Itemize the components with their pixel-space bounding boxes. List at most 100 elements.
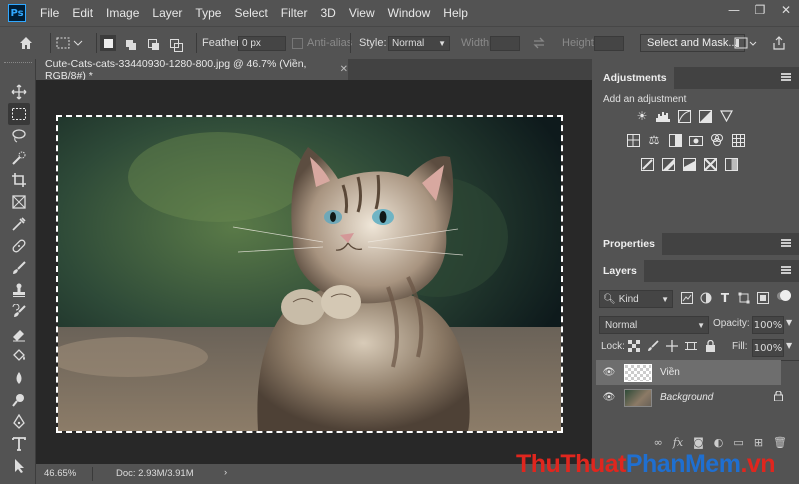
brush-tool-icon[interactable]	[8, 257, 30, 279]
lock-transparent-icon[interactable]	[627, 339, 641, 353]
tab-layers[interactable]: Layers	[596, 260, 644, 282]
black-white-icon[interactable]	[668, 133, 682, 147]
clone-stamp-tool-icon[interactable]	[8, 279, 30, 301]
menu-window[interactable]: Window	[388, 6, 431, 20]
home-icon[interactable]	[18, 27, 34, 59]
eyedropper-tool-icon[interactable]	[8, 213, 30, 235]
levels-icon[interactable]	[656, 109, 670, 123]
lock-position-icon[interactable]	[665, 339, 679, 353]
new-group-icon[interactable]: ▭	[733, 436, 743, 449]
tab-close-icon[interactable]: ✕	[340, 64, 348, 75]
blend-mode-select[interactable]: Normal ▼	[599, 316, 709, 334]
menu-file[interactable]: File	[40, 6, 59, 20]
subtract-selection-icon[interactable]	[144, 27, 160, 59]
photo-filter-icon[interactable]	[689, 133, 703, 147]
history-brush-tool-icon[interactable]	[8, 301, 30, 323]
menu-select[interactable]: Select	[234, 6, 267, 20]
hue-saturation-icon[interactable]	[626, 133, 640, 147]
height-input[interactable]	[594, 35, 624, 51]
layers-menu-icon[interactable]	[781, 266, 791, 274]
fill-chevron-icon[interactable]: ▼	[786, 341, 792, 350]
new-adjustment-icon[interactable]: ◐	[714, 436, 724, 449]
restore-icon[interactable]: ❐	[747, 0, 773, 20]
lasso-tool-icon[interactable]	[8, 125, 30, 147]
blur-tool-icon[interactable]	[8, 367, 30, 389]
filter-smart-object-icon[interactable]	[756, 291, 770, 305]
trash-icon[interactable]: 🗑︎	[773, 436, 787, 449]
gradient-map-icon[interactable]	[724, 157, 738, 171]
menu-3d[interactable]: 3D	[320, 6, 335, 20]
color-lookup-icon[interactable]	[731, 133, 745, 147]
move-tool-icon[interactable]	[8, 81, 30, 103]
layer-row-background[interactable]: 👁︎ Background	[596, 385, 799, 410]
layer-filter-select[interactable]: 🔍︎ Kind ▼	[599, 290, 673, 308]
paint-bucket-tool-icon[interactable]	[8, 345, 30, 367]
dodge-tool-icon[interactable]	[8, 389, 30, 411]
swap-icon[interactable]	[532, 27, 546, 59]
healing-brush-tool-icon[interactable]	[8, 235, 30, 257]
menu-edit[interactable]: Edit	[72, 6, 93, 20]
type-tool-icon[interactable]	[8, 433, 30, 455]
menu-image[interactable]: Image	[106, 6, 139, 20]
link-layers-icon[interactable]: ∞	[654, 436, 663, 449]
close-icon[interactable]: ✕	[773, 0, 799, 20]
exposure-icon[interactable]	[698, 109, 712, 123]
menu-help[interactable]: Help	[443, 6, 468, 20]
document-tab[interactable]: Cute-Cats-cats-33440930-1280-800.jpg @ 4…	[36, 58, 348, 82]
filter-type-icon[interactable]: T	[718, 291, 732, 305]
properties-menu-icon[interactable]	[781, 239, 791, 247]
channel-mixer-icon[interactable]	[710, 133, 724, 147]
share-icon[interactable]	[772, 27, 786, 59]
tab-adjustments[interactable]: Adjustments	[596, 67, 674, 89]
photoshop-logo[interactable]: Ps	[8, 4, 26, 22]
opacity-input[interactable]: 100%	[752, 316, 784, 334]
fx-icon[interactable]: fx	[673, 436, 683, 449]
chevron-right-icon[interactable]: ›	[224, 467, 227, 478]
canvas-area[interactable]	[36, 80, 592, 464]
menu-filter[interactable]: Filter	[281, 6, 308, 20]
new-layer-icon[interactable]: ⊞	[754, 436, 763, 449]
toolbar-grip[interactable]	[4, 62, 32, 66]
lock-artboard-icon[interactable]	[684, 339, 698, 353]
eye-icon[interactable]: 👁︎	[602, 392, 616, 403]
minimize-icon[interactable]: —	[721, 0, 747, 20]
tab-properties[interactable]: Properties	[596, 233, 662, 255]
curves-icon[interactable]	[677, 109, 691, 123]
filter-toggle[interactable]	[777, 290, 791, 301]
posterize-icon[interactable]	[661, 157, 675, 171]
fill-input[interactable]: 100%	[752, 339, 784, 357]
selective-color-icon[interactable]	[703, 157, 717, 171]
width-input[interactable]	[490, 35, 520, 51]
add-mask-icon[interactable]: ◙	[693, 436, 704, 449]
layer-row-vien[interactable]: 👁︎ Viền	[596, 360, 781, 385]
menu-layer[interactable]: Layer	[152, 6, 182, 20]
intersect-selection-icon[interactable]	[166, 27, 183, 59]
style-select[interactable]: Normal ▼	[388, 35, 450, 51]
path-selection-tool-icon[interactable]	[8, 455, 30, 477]
filter-pixel-icon[interactable]	[680, 291, 694, 305]
vibrance-icon[interactable]	[719, 109, 733, 123]
add-selection-icon[interactable]	[121, 27, 137, 59]
adjustments-menu-icon[interactable]	[781, 73, 791, 81]
select-and-mask-button[interactable]: Select and Mask...	[640, 34, 745, 52]
marquee-preset-icon[interactable]	[56, 27, 84, 59]
frame-tool-icon[interactable]	[8, 191, 30, 213]
crop-tool-icon[interactable]	[8, 169, 30, 191]
threshold-icon[interactable]	[682, 157, 696, 171]
invert-icon[interactable]	[640, 157, 654, 171]
new-selection-icon[interactable]	[100, 27, 116, 59]
eye-icon[interactable]: 👁︎	[602, 367, 616, 378]
zoom-level[interactable]: 46.65%	[44, 468, 76, 479]
filter-shape-icon[interactable]	[737, 291, 751, 305]
filter-adjustment-icon[interactable]	[699, 291, 713, 305]
color-balance-icon[interactable]: ⚖	[647, 133, 661, 147]
lock-all-icon[interactable]	[703, 339, 717, 353]
feather-input[interactable]: 0 px	[238, 35, 286, 51]
eraser-tool-icon[interactable]	[8, 323, 30, 345]
menu-type[interactable]: Type	[195, 6, 221, 20]
pen-tool-icon[interactable]	[8, 411, 30, 433]
lock-image-icon[interactable]	[646, 339, 660, 353]
quick-selection-tool-icon[interactable]	[8, 147, 30, 169]
menu-view[interactable]: View	[349, 6, 375, 20]
opacity-chevron-icon[interactable]: ▼	[786, 318, 792, 327]
